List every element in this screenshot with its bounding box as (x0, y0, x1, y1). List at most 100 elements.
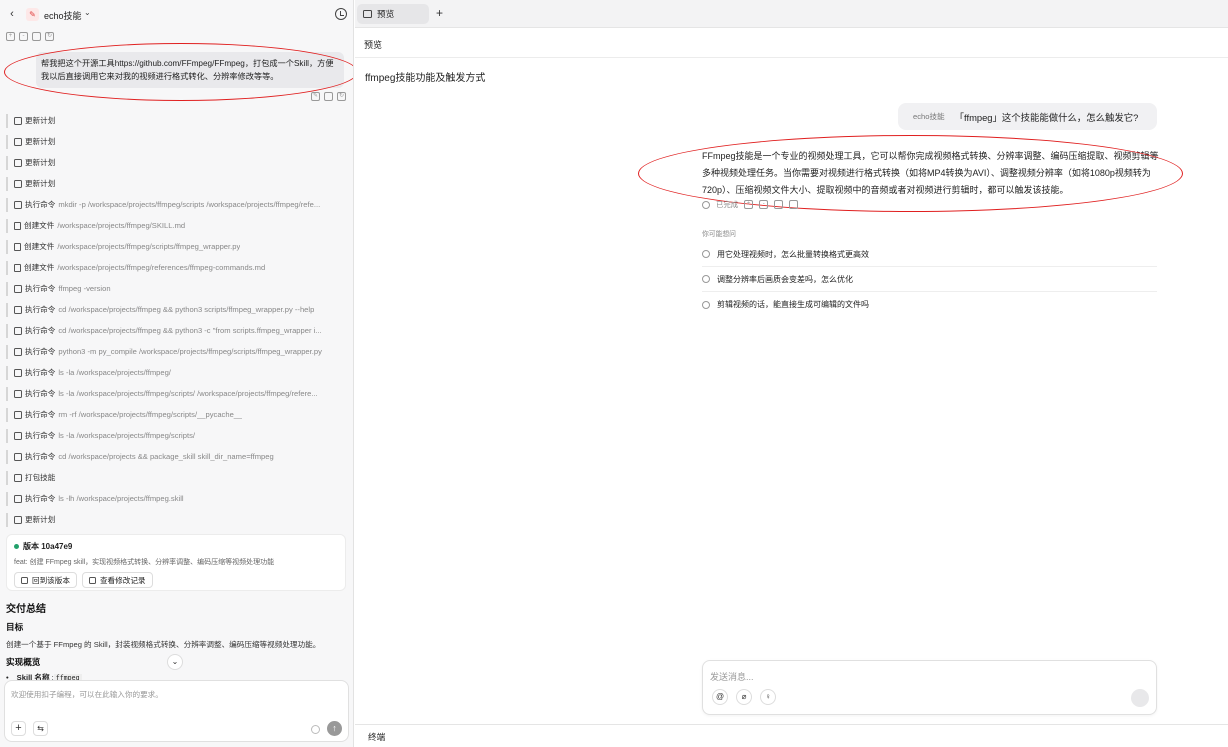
answer-status: 已完成 (716, 200, 739, 209)
tools-button[interactable]: ⇆ (33, 721, 48, 736)
step-label: 执行命令 (25, 200, 56, 209)
terminal-icon (14, 326, 22, 335)
step-row[interactable]: 执行命令 ffmpeg -version (6, 278, 348, 299)
step-row[interactable]: 执行命令 ls -lh /workspace/projects/ffmpeg.sk… (6, 488, 348, 509)
step-label: 执行命令 (25, 431, 56, 440)
step-row[interactable]: 更新计划 (6, 110, 348, 131)
thumbs-up-icon[interactable]: + (744, 200, 754, 209)
chat-topbar: ‹ ✎ echo技能 ⌄ (0, 0, 353, 28)
question-text: 「ffmpeg」这个技能能做什么，怎么触发它? (954, 111, 1139, 123)
step-row[interactable]: 创建文件/workspace/projects/ffmpeg/scripts/f… (6, 236, 348, 257)
composer-input[interactable]: 欢迎使用扣子编程，可以在此输入你的要求。 (11, 689, 163, 700)
terminal-tab[interactable]: 终端 (355, 724, 1228, 747)
mention-icon[interactable]: @ (712, 689, 728, 705)
step-row[interactable]: 创建文件/workspace/projects/ffmpeg/SKILL.md (6, 215, 348, 236)
step-row[interactable]: 执行命令 cd /workspace/projects/ffmpeg && pyt… (6, 299, 348, 320)
copy-icon[interactable] (324, 92, 333, 101)
terminal-icon (14, 347, 22, 356)
chevron-down-icon[interactable]: ⌄ (84, 8, 91, 17)
tab-bar: 预览 + (355, 0, 1228, 28)
step-label: 更新计划 (25, 137, 56, 146)
check-circle-icon (702, 200, 710, 209)
agent-tag: echo技能 (913, 112, 945, 121)
progress-ring-icon (311, 725, 320, 734)
step-label: 更新计划 (25, 179, 56, 188)
step-row[interactable]: 更新计划 (6, 131, 348, 152)
conversation-title: ffmpeg技能功能及触发方式 (365, 73, 486, 84)
scroll-down-button[interactable]: ⌄ (167, 654, 183, 670)
terminal-icon (14, 179, 22, 188)
undo-icon (21, 576, 28, 584)
step-argument: ffmpeg -version (58, 284, 111, 293)
step-argument: cd /workspace/projects && package_skill … (58, 452, 274, 461)
file-icon (14, 263, 21, 272)
step-argument: ls -la /workspace/projects/ffmpeg/script… (58, 431, 195, 440)
attach-icon[interactable]: ⌀ (736, 689, 752, 705)
app-name[interactable]: echo技能 (44, 9, 82, 22)
step-row[interactable]: 更新计划 (6, 173, 348, 194)
thumbs-up-icon[interactable]: + (6, 32, 15, 41)
copy-icon[interactable] (32, 32, 41, 41)
step-row[interactable]: 更新计划 (6, 509, 348, 530)
goal-text: 创建一个基于 FFmpeg 的 Skill，封装视频格式转换、分辨率调整、编码压… (6, 640, 321, 649)
step-label: 执行命令 (25, 410, 56, 419)
tab-preview[interactable]: 预览 (357, 4, 429, 24)
send-button[interactable] (1131, 689, 1149, 707)
step-row[interactable]: 创建文件/workspace/projects/ffmpeg/reference… (6, 257, 348, 278)
answer-meta: 已完成 + - (702, 199, 799, 210)
step-row[interactable]: 执行命令 ls -la /workspace/projects/ffmpeg/ (6, 362, 348, 383)
step-bar (6, 218, 8, 233)
suggestion-item[interactable]: 用它处理视频时，怎么批量转换格式更高效 (702, 242, 1157, 267)
step-row[interactable]: 执行命令 cd /workspace/projects && package_sk… (6, 446, 348, 467)
step-label: 执行命令 (25, 284, 56, 293)
edit-icon[interactable]: ✎ (311, 92, 320, 101)
step-bar (6, 281, 8, 296)
step-row[interactable]: 执行命令 mkdir -p /workspace/projects/ffmpeg/… (6, 194, 348, 215)
version-title: 版本 10a47e9 (23, 542, 73, 551)
terminal-icon (14, 284, 22, 293)
step-row[interactable]: 更新计划 (6, 152, 348, 173)
chevron-left-icon[interactable]: ‹ (6, 7, 18, 21)
thumbs-down-icon[interactable]: - (759, 200, 769, 209)
bulb-icon[interactable]: ♀ (760, 689, 776, 705)
suggestions: 你可能想问 用它处理视频时，怎么批量转换格式更高效 调整分辨率后画质会变差吗，怎… (702, 228, 1157, 317)
history-icon[interactable] (335, 8, 347, 20)
terminal-icon (14, 368, 22, 377)
add-tab-button[interactable]: + (436, 6, 443, 20)
retry-icon[interactable]: ↻ (337, 92, 346, 101)
send-button[interactable]: ↑ (327, 721, 342, 736)
message-placeholder: 发送消息... (710, 672, 754, 682)
preview-message-input[interactable]: 发送消息... @ ⌀ ♀ (702, 660, 1157, 715)
suggestion-item[interactable]: 剪辑视频的话，能直接生成可编辑的文件吗 (702, 292, 1157, 317)
view-history-button[interactable]: 查看修改记录 (81, 572, 153, 588)
suggestion-text: 剪辑视频的话，能直接生成可编辑的文件吗 (717, 300, 869, 309)
chat-panel: ‹ ✎ echo技能 ⌄ + - ↻ 帮我把这个开源工具https://gith… (0, 0, 354, 747)
step-argument: cd /workspace/projects/ffmpeg && python3… (58, 326, 322, 335)
copy-icon[interactable] (774, 200, 784, 209)
step-row[interactable]: 执行命令 ls -la /workspace/projects/ffmpeg/sc… (6, 383, 348, 404)
step-bar (6, 323, 8, 338)
suggestion-icon (702, 300, 710, 309)
step-row[interactable]: 执行命令 rm -rf /workspace/projects/ffmpeg/sc… (6, 404, 348, 425)
step-row[interactable]: 执行命令 python3 -m py_compile /workspace/pro… (6, 341, 348, 362)
terminal-icon (14, 389, 22, 398)
retry-icon[interactable]: ↻ (45, 32, 54, 41)
file-icon (14, 242, 21, 251)
step-row[interactable]: 执行命令 cd /workspace/projects/ffmpeg && pyt… (6, 320, 348, 341)
step-label: 更新计划 (25, 116, 56, 125)
bookmark-icon[interactable] (789, 200, 799, 209)
summary-heading: 交付总结 (6, 604, 46, 615)
terminal-icon (14, 452, 22, 461)
thumbs-down-icon[interactable]: - (19, 32, 28, 41)
step-argument: /workspace/projects/ffmpeg/scripts/ffmpe… (57, 242, 241, 251)
step-argument: ls -la /workspace/projects/ffmpeg/script… (58, 389, 318, 398)
rollback-button[interactable]: 回到该版本 (14, 572, 77, 588)
step-row[interactable]: 执行命令 ls -la /workspace/projects/ffmpeg/sc… (6, 425, 348, 446)
terminal-icon (14, 200, 22, 209)
suggestion-icon (702, 275, 710, 283)
add-button[interactable]: + (11, 721, 26, 736)
step-argument: rm -rf /workspace/projects/ffmpeg/script… (58, 410, 243, 419)
step-label: 创建文件 (24, 221, 55, 230)
suggestion-item[interactable]: 调整分辨率后画质会变差吗，怎么优化 (702, 267, 1157, 292)
step-row[interactable]: 打包技能 (6, 467, 348, 488)
